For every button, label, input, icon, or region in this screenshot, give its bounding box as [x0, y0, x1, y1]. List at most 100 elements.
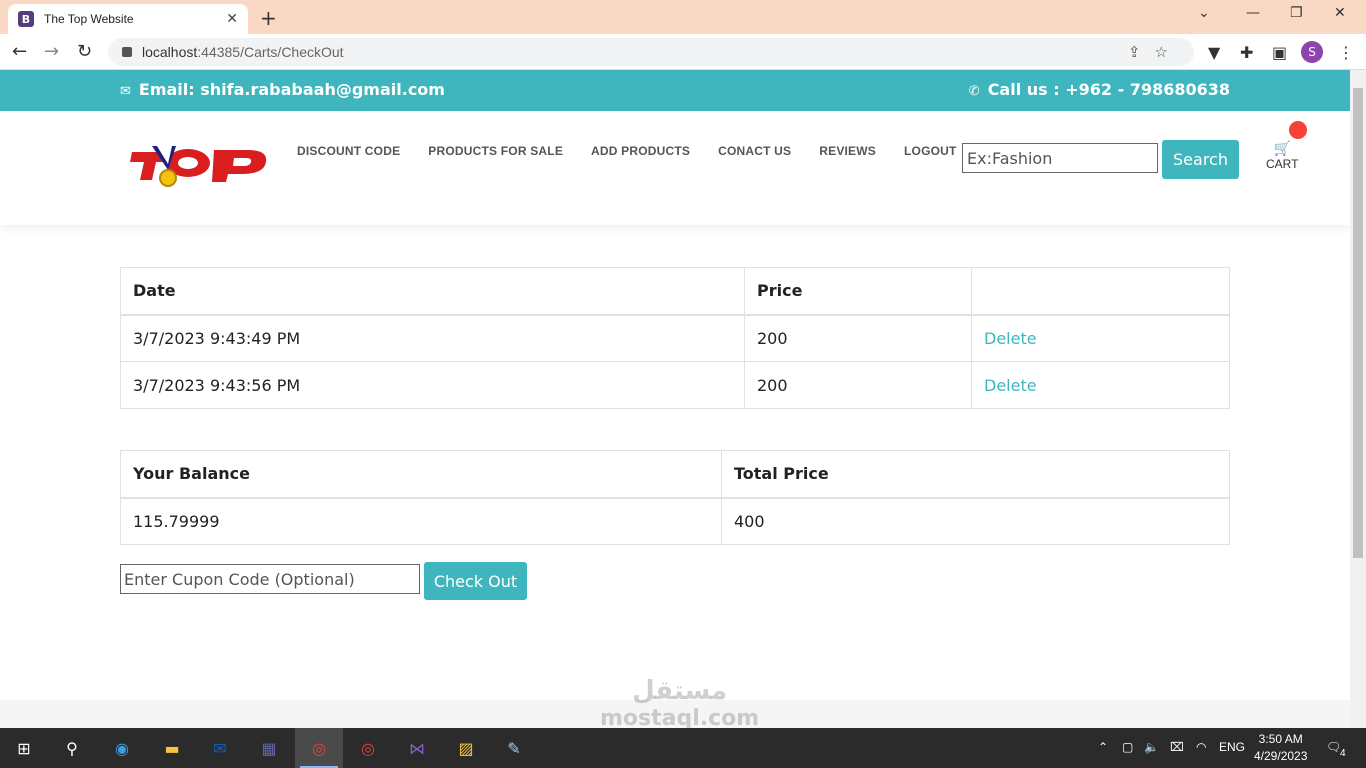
phone-text: Call us : +962 - 798680638	[987, 80, 1230, 99]
search-input[interactable]	[962, 143, 1158, 173]
contact-phone: ✆ Call us : +962 - 798680638	[969, 80, 1230, 99]
photos-app-icon[interactable]: ▨	[452, 734, 480, 762]
page-scrollbar[interactable]	[1350, 70, 1366, 728]
delete-link[interactable]: Delete	[984, 329, 1037, 348]
table-row: 3/7/2023 9:43:49 PM 200 Delete	[120, 314, 1230, 362]
windows-taskbar: ⊞ ⚲ ◉ ▬ ✉ ▦ ◎ ◎ ⋈ ▨ ✎ ⌃ ▢ 🔈 ⌧ ◠ ENG 3:50…	[0, 728, 1366, 768]
address-bar: ← → ↻ localhost:44385/Carts/CheckOut ⇪☆ …	[0, 34, 1366, 70]
restore-button[interactable]: ❐	[1290, 5, 1303, 21]
nav-contact-us[interactable]: CONACT US	[718, 144, 791, 158]
system-clock[interactable]: 3:50 AM 4/29/2023	[1254, 731, 1307, 765]
network-icon[interactable]: ⌧	[1170, 740, 1184, 754]
orders-table: Date Price 3/7/2023 9:43:49 PM 200 Delet…	[120, 267, 1230, 409]
new-tab-button[interactable]: +	[260, 6, 277, 30]
table-row: 115.79999 400	[120, 497, 1230, 545]
nav-products-for-sale[interactable]: PRODUCTS FOR SALE	[428, 144, 563, 158]
minimize-button[interactable]: —	[1246, 5, 1260, 21]
url-text: localhost:44385/Carts/CheckOut	[142, 44, 344, 60]
extension-v-icon[interactable]: ▼	[1208, 43, 1220, 62]
language-indicator[interactable]: ENG	[1219, 740, 1245, 754]
file-explorer-icon[interactable]: ▬	[158, 734, 186, 762]
order-date: 3/7/2023 9:43:56 PM	[120, 361, 745, 409]
nav-logout[interactable]: LOGOUT	[904, 144, 957, 158]
chrome-icon[interactable]: ◎	[354, 734, 382, 762]
scrollbar-thumb[interactable]	[1353, 88, 1363, 558]
check-out-button[interactable]: Check Out	[424, 562, 527, 600]
web-page: ✉ Email: shifa.rababaah@gmail.com ✆ Call u…	[0, 70, 1350, 728]
main-nav: DISCOUNT CODE PRODUCTS FOR SALE ADD PROD…	[297, 144, 957, 158]
tab-title: The Top Website	[44, 12, 134, 26]
site-header: DISCOUNT CODE PRODUCTS FOR SALE ADD PROD…	[0, 111, 1350, 225]
side-panel-icon[interactable]: ▣	[1272, 43, 1287, 62]
summary-table: Your Balance Total Price 115.79999 400	[120, 450, 1230, 545]
forward-arrow-icon[interactable]: →	[44, 41, 59, 62]
email-text: Email: shifa.rababaah@gmail.com	[138, 80, 445, 99]
url-host: localhost	[142, 44, 198, 60]
nav-reviews[interactable]: REVIEWS	[819, 144, 876, 158]
column-header-date: Date	[120, 267, 745, 316]
column-header-total: Total Price	[721, 450, 1230, 499]
order-price: 200	[744, 361, 972, 409]
clock-time: 3:50 AM	[1258, 732, 1303, 746]
cart-label: CART	[1266, 157, 1299, 171]
teams-icon[interactable]: ▦	[255, 734, 283, 762]
visual-studio-icon[interactable]: ⋈	[403, 734, 431, 762]
close-tab-icon[interactable]: ✕	[226, 11, 238, 27]
order-action-cell: Delete	[971, 361, 1230, 409]
order-price: 200	[744, 314, 972, 362]
watermark: مستقل mostaql.com	[600, 676, 759, 731]
nav-add-products[interactable]: ADD PRODUCTS	[591, 144, 690, 158]
cart-link[interactable]: 🛒 CART	[1266, 141, 1298, 171]
watermark-arabic: مستقل	[632, 676, 728, 706]
search-button[interactable]: Search	[1162, 140, 1239, 179]
clock-date: 4/29/2023	[1254, 749, 1308, 763]
reload-icon[interactable]: ↻	[77, 41, 92, 62]
contact-email: ✉ Email: shifa.rababaah@gmail.com	[120, 80, 445, 99]
tab-search-chevron-icon[interactable]: ⌄	[1198, 5, 1210, 21]
cart-icon: 🛒	[1273, 141, 1291, 157]
column-header-actions	[971, 267, 1230, 316]
top-logo-graphic	[130, 146, 267, 187]
notifications-icon[interactable]: 🗨	[1326, 740, 1341, 754]
profile-avatar[interactable]: S	[1301, 41, 1323, 63]
cart-badge	[1289, 121, 1307, 139]
menu-kebab-icon[interactable]: ⋮	[1338, 43, 1354, 62]
nav-discount-code[interactable]: DISCOUNT CODE	[297, 144, 400, 158]
chrome-profile-icon[interactable]: ◎	[305, 734, 333, 762]
lock-icon	[122, 47, 132, 57]
bootstrap-favicon-icon: B	[18, 11, 34, 27]
table-header-row: Date Price	[120, 267, 1230, 316]
coupon-code-input[interactable]	[120, 564, 420, 594]
top-logo[interactable]	[130, 144, 270, 194]
windows-start-icon[interactable]: ⊞	[10, 734, 38, 762]
table-row: 3/7/2023 9:43:56 PM 200 Delete	[120, 361, 1230, 409]
volume-icon[interactable]: 🔈	[1144, 740, 1159, 754]
wifi-icon[interactable]: ◠	[1196, 740, 1206, 754]
column-header-price: Price	[744, 267, 972, 316]
contact-bar: ✉ Email: shifa.rababaah@gmail.com ✆ Call u…	[0, 70, 1350, 111]
order-action-cell: Delete	[971, 314, 1230, 362]
tray-device-icon[interactable]: ▢	[1122, 740, 1133, 754]
phone-icon: ✆	[968, 84, 980, 99]
back-arrow-icon[interactable]: ←	[12, 41, 27, 62]
edge-icon[interactable]: ◉	[108, 734, 136, 762]
column-header-balance: Your Balance	[120, 450, 722, 499]
paint-icon[interactable]: ✎	[500, 734, 528, 762]
browser-tab-bar: B The Top Website ✕ + ⌄ — ❐ ✕	[0, 0, 1366, 34]
order-date: 3/7/2023 9:43:49 PM	[120, 314, 745, 362]
table-header-row: Your Balance Total Price	[120, 450, 1230, 499]
search-icon[interactable]: ⚲	[58, 734, 86, 762]
envelope-icon: ✉	[120, 84, 131, 99]
outlook-icon[interactable]: ✉	[206, 734, 234, 762]
close-window-button[interactable]: ✕	[1334, 5, 1346, 21]
puzzle-extensions-icon[interactable]: ✚	[1240, 43, 1253, 62]
share-star-icons[interactable]: ⇪☆	[1128, 43, 1182, 61]
url-path: :44385/Carts/CheckOut	[197, 44, 344, 60]
tray-chevron-icon[interactable]: ⌃	[1098, 740, 1108, 754]
total-price-value: 400	[721, 497, 1230, 545]
balance-value: 115.79999	[120, 497, 722, 545]
delete-link[interactable]: Delete	[984, 376, 1037, 395]
notification-count: 4	[1340, 748, 1346, 759]
url-field[interactable]: localhost:44385/Carts/CheckOut ⇪☆	[108, 38, 1194, 66]
browser-tab[interactable]: B The Top Website ✕	[8, 4, 248, 34]
